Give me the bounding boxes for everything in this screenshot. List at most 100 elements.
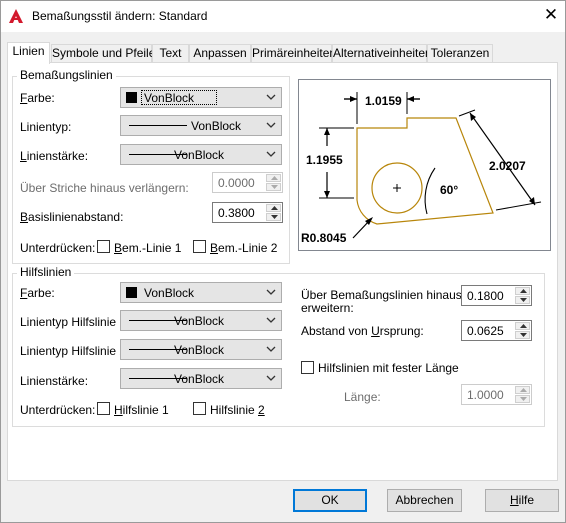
window-title: Bemaßungsstil ändern: Standard: [32, 9, 208, 23]
ext-offset-spinner[interactable]: 0.0625: [461, 320, 532, 341]
dim-linetype-value: VonBlock: [191, 119, 242, 133]
dimension-preview-drawing: 1.0159 1.1955 2.0207 60° R0.8045: [301, 92, 542, 245]
dim-baseline-spinner[interactable]: 0.3800: [212, 202, 283, 223]
spin-down-button[interactable]: [515, 296, 530, 304]
arrow-down-icon: [271, 185, 278, 189]
dim-linetype-select[interactable]: VonBlock: [120, 115, 282, 136]
fixed-length-label: Hilfslinien mit fester Länge: [318, 361, 459, 375]
ok-button[interactable]: OK: [293, 489, 367, 512]
help-button[interactable]: Hilfe: [485, 489, 559, 512]
dim-extend-spinner[interactable]: 0.0000: [212, 172, 283, 193]
ext-offset-label: Abstand von Ursprung:: [301, 324, 424, 338]
fixed-length-checkbox[interactable]: [301, 361, 314, 374]
ext-linetype1-value: VonBlock: [174, 314, 225, 328]
spin-up-button[interactable]: [515, 287, 530, 295]
suppress-ext-line-2-label: Hilfslinie 2: [210, 403, 265, 417]
dim-diag-text: 2.0207: [489, 159, 526, 173]
group-extension-lines-legend: Hilfslinien: [17, 265, 75, 279]
dim-linetype-label: Linientyp:: [20, 120, 72, 134]
ext-linetype1-select[interactable]: VonBlock: [120, 310, 282, 331]
arrow-up-icon: [520, 289, 527, 293]
preview-panel: 1.0159 1.1955 2.0207 60° R0.8045: [298, 79, 551, 251]
dim-lineweight-value: VonBlock: [174, 148, 225, 162]
tab-anpassen[interactable]: Anpassen: [189, 44, 251, 63]
ext-beyond-label-line1: Über Bemaßungslinien hinaus: [301, 288, 462, 302]
dim-baseline-label: Basislinienabstand:: [20, 210, 124, 224]
spin-down-button[interactable]: [266, 213, 281, 221]
tab-toleranzen[interactable]: Toleranzen: [427, 44, 493, 63]
chevron-down-icon: [266, 375, 276, 381]
arrow-down-icon: [520, 298, 527, 302]
ext-beyond-label-line2: erweitern:: [301, 301, 354, 315]
close-icon[interactable]: ✕: [541, 5, 561, 25]
ext-lineweight-value: VonBlock: [174, 372, 225, 386]
dim-extend-value: 0.0000: [218, 176, 255, 190]
dim-left-text: 1.1955: [306, 153, 343, 167]
ext-length-value: 1.0000: [467, 388, 504, 402]
ext-lineweight-label: Linienstärke:: [20, 374, 89, 388]
tab-text[interactable]: Text: [152, 44, 189, 63]
suppress-dim-line-1-checkbox[interactable]: [97, 240, 110, 253]
arrow-up-icon: [520, 324, 527, 328]
ext-lineweight-select[interactable]: VonBlock: [120, 368, 282, 389]
spin-down-button[interactable]: [515, 331, 530, 339]
suppress-dim-line-2-checkbox[interactable]: [193, 240, 206, 253]
spin-down-button[interactable]: [266, 183, 281, 191]
color-swatch: [126, 92, 137, 103]
arrow-up-icon: [271, 176, 278, 180]
spin-up-button[interactable]: [266, 174, 281, 182]
chevron-down-icon: [266, 122, 276, 128]
dim-color-value: VonBlock: [144, 91, 195, 105]
ext-color-select[interactable]: VonBlock: [120, 282, 282, 303]
title-bar: Bemaßungsstil ändern: Standard ✕: [1, 1, 565, 32]
tab-symbole-und-pfeile[interactable]: Symbole und Pfeile: [51, 44, 155, 63]
group-dimension-lines-legend: Bemaßungslinien: [17, 68, 116, 82]
suppress-dim-line-2-label: Bem.-Linie 2: [210, 241, 278, 255]
autocad-a-icon: [9, 9, 23, 23]
ext-color-label: Farbe:: [20, 286, 55, 300]
chevron-down-icon: [266, 346, 276, 352]
dim-extend-label: Über Striche hinaus verlängern:: [20, 181, 189, 195]
ext-offset-value: 0.0625: [467, 324, 504, 338]
dim-lineweight-select[interactable]: VonBlock: [120, 144, 282, 165]
dimension-style-dialog: Bemaßungsstil ändern: Standard ✕ Linien …: [0, 0, 566, 523]
arrow-up-icon: [271, 206, 278, 210]
ext-length-label: Länge:: [344, 390, 381, 404]
ext-color-value: VonBlock: [144, 286, 195, 300]
chevron-down-icon: [266, 317, 276, 323]
dim-radius-text: R0.8045: [301, 231, 347, 245]
ext-length-spinner[interactable]: 1.0000: [461, 384, 532, 405]
arrow-down-icon: [271, 215, 278, 219]
suppress-ext-line-1-label: Hilfslinie 1: [114, 403, 169, 417]
linetype-preview: [129, 125, 187, 126]
cancel-button[interactable]: Abbrechen: [387, 489, 462, 512]
dim-suppress-label: Unterdrücken:: [20, 241, 96, 255]
ext-suppress-label: Unterdrücken:: [20, 403, 96, 417]
ext-beyond-spinner[interactable]: 0.1800: [461, 285, 532, 306]
dim-color-select[interactable]: VonBlock: [120, 87, 282, 108]
ext-beyond-value: 0.1800: [467, 289, 504, 303]
spin-down-button[interactable]: [515, 395, 530, 403]
spin-up-button[interactable]: [266, 204, 281, 212]
dim-lineweight-label: Linienstärke:: [20, 149, 89, 163]
suppress-ext-line-1-checkbox[interactable]: [97, 402, 110, 415]
ext-linetype2-label: Linientyp Hilfslinie 2:: [20, 344, 130, 358]
ext-linetype1-label: Linientyp Hilfslinie 1:: [20, 315, 130, 329]
spin-up-button[interactable]: [515, 322, 530, 330]
dim-top-text: 1.0159: [365, 94, 402, 108]
suppress-dim-line-1-label: Bem.-Linie 1: [114, 241, 182, 255]
ext-linetype2-select[interactable]: VonBlock: [120, 339, 282, 360]
arrow-down-icon: [520, 397, 527, 401]
dim-baseline-value: 0.3800: [218, 206, 255, 220]
suppress-ext-line-2-checkbox[interactable]: [193, 402, 206, 415]
ext-linetype2-value: VonBlock: [174, 343, 225, 357]
color-swatch: [126, 287, 137, 298]
chevron-down-icon: [266, 289, 276, 295]
spin-up-button[interactable]: [515, 386, 530, 394]
arrow-down-icon: [520, 333, 527, 337]
tab-alternativeinheiten[interactable]: Alternativeinheiten: [332, 44, 432, 63]
chevron-down-icon: [266, 94, 276, 100]
tab-primaereinheiten[interactable]: Primäreinheiten: [251, 44, 336, 63]
tab-linien[interactable]: Linien: [7, 42, 50, 64]
arrow-up-icon: [520, 388, 527, 392]
